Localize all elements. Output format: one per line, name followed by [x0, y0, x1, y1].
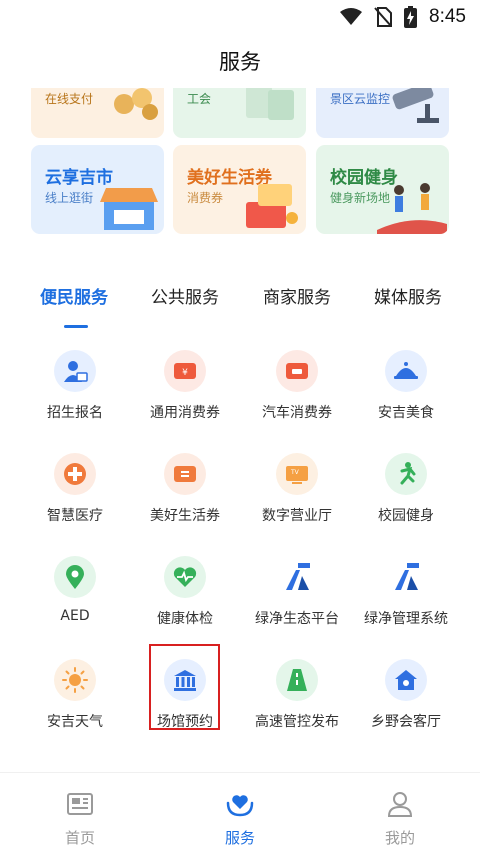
banner-sub-scenic: 景区云监控 [330, 92, 391, 106]
food-dome-icon [385, 350, 427, 392]
document-icon [246, 88, 294, 120]
tab-public[interactable]: 公共服务 [151, 283, 219, 308]
nav-label-home: 首页 [64, 829, 95, 847]
service-item[interactable]: 校园健身 [346, 453, 466, 543]
service-label: 绿净生态平台 [255, 611, 339, 627]
coins-icon [114, 88, 158, 120]
service-item[interactable]: 绿净管理系统 [346, 556, 466, 646]
service-item[interactable]: 绿净生态平台 [237, 556, 357, 646]
service-label: 美好生活券 [150, 508, 220, 524]
nav-label-service: 服务 [224, 829, 255, 847]
service-item[interactable]: 汽车消费券 [237, 350, 357, 440]
service-item[interactable]: TV 数字营业厅 [237, 453, 357, 543]
status-time: 8:45 [429, 6, 466, 27]
service-tabs: 便民服务 公共服务 商家服务 媒体服务 [0, 283, 480, 329]
battery-charging-icon [404, 6, 418, 28]
shop-stall-icon [100, 188, 158, 230]
ticket-icon: ¥ [164, 350, 206, 392]
banner-card-market[interactable]: 云享吉市 线上逛街 [31, 145, 164, 234]
banner-area: 在线支付 工会 景区云监控 云享吉市 线上逛街 美好生活券 消费券 校园健身 健… [0, 88, 480, 238]
service-item[interactable]: ¥ 通用消费券 [125, 350, 245, 440]
service-label: 数字营业厅 [262, 508, 332, 524]
sun-icon [54, 659, 96, 701]
banner-sub-market: 线上逛街 [45, 191, 94, 205]
service-item[interactable]: 智慧医疗 [15, 453, 135, 543]
road-logo-icon [385, 556, 427, 598]
tab-convenience[interactable]: 便民服务 [40, 283, 108, 308]
nav-label-mine: 我的 [384, 829, 415, 847]
highlight-box [149, 644, 220, 730]
camera-icon [392, 88, 439, 123]
banner-card-union[interactable]: 工会 [173, 88, 306, 138]
svg-text:TV: TV [290, 469, 300, 476]
service-label: 校园健身 [378, 508, 434, 524]
banner-sub-lifecoupon: 消费券 [187, 191, 224, 205]
service-label: 通用消费券 [150, 405, 220, 421]
home-newspaper-icon [67, 793, 93, 815]
person-id-icon [54, 350, 96, 392]
tab-merchant[interactable]: 商家服务 [263, 283, 331, 308]
banner-sub-union: 工会 [187, 92, 212, 106]
house-icon [385, 659, 427, 701]
service-item[interactable]: 乡野会客厅 [346, 659, 466, 749]
page-title: 服务 [219, 50, 261, 74]
service-item[interactable]: 健康体检 [125, 556, 245, 646]
service-label: 招生报名 [47, 405, 103, 421]
service-label: 安吉美食 [378, 405, 434, 421]
no-sim-icon [374, 7, 393, 27]
service-label: 智慧医疗 [47, 508, 103, 524]
runners-icon [377, 183, 447, 234]
service-label: 乡野会客厅 [371, 714, 441, 730]
wifi-icon [340, 8, 363, 25]
nav-service[interactable]: 服务 [190, 783, 290, 847]
status-icons: 8:45 [340, 6, 466, 28]
service-item[interactable]: AED [15, 556, 135, 646]
highway-icon [276, 659, 318, 701]
service-item[interactable]: 安吉天气 [15, 659, 135, 749]
banner-sub-payment: 在线支付 [45, 92, 94, 106]
svg-text:¥: ¥ [182, 368, 188, 378]
banner-card-fitness[interactable]: 校园健身 健身新场地 [316, 145, 449, 234]
coupon-icon [164, 453, 206, 495]
bottom-nav: 首页 服务 我的 [0, 772, 480, 854]
service-heart-icon [226, 795, 254, 817]
tv-icon: TV [276, 453, 318, 495]
service-item[interactable]: 高速管控发布 [237, 659, 357, 749]
nav-mine[interactable]: 我的 [350, 783, 450, 847]
running-icon [385, 453, 427, 495]
nav-home[interactable]: 首页 [30, 783, 130, 847]
service-label: AED [60, 608, 90, 624]
road-logo-icon [276, 556, 318, 598]
banner-card-scenic[interactable]: 景区云监控 [316, 88, 449, 138]
service-item[interactable]: 美好生活券 [125, 453, 245, 543]
service-label: 高速管控发布 [255, 714, 339, 730]
medical-cross-icon [54, 453, 96, 495]
service-label: 安吉天气 [47, 714, 103, 730]
person-icon [387, 792, 413, 817]
tab-active-indicator [64, 325, 88, 328]
service-label: 汽车消费券 [262, 405, 332, 421]
service-item[interactable]: 招生报名 [15, 350, 135, 440]
tab-media[interactable]: 媒体服务 [374, 283, 442, 308]
service-item[interactable]: 安吉美食 [346, 350, 466, 440]
service-label: 健康体检 [157, 611, 213, 627]
banner-card-lifecoupon[interactable]: 美好生活券 消费券 [173, 145, 306, 234]
car-ticket-icon [276, 350, 318, 392]
gift-coupon-icon [246, 184, 298, 228]
status-bar: 8:45 [0, 0, 480, 34]
banner-card-payment[interactable]: 在线支付 [31, 88, 164, 138]
heart-pulse-icon [164, 556, 206, 598]
service-label: 绿净管理系统 [364, 611, 448, 627]
location-pin-icon [54, 556, 96, 598]
